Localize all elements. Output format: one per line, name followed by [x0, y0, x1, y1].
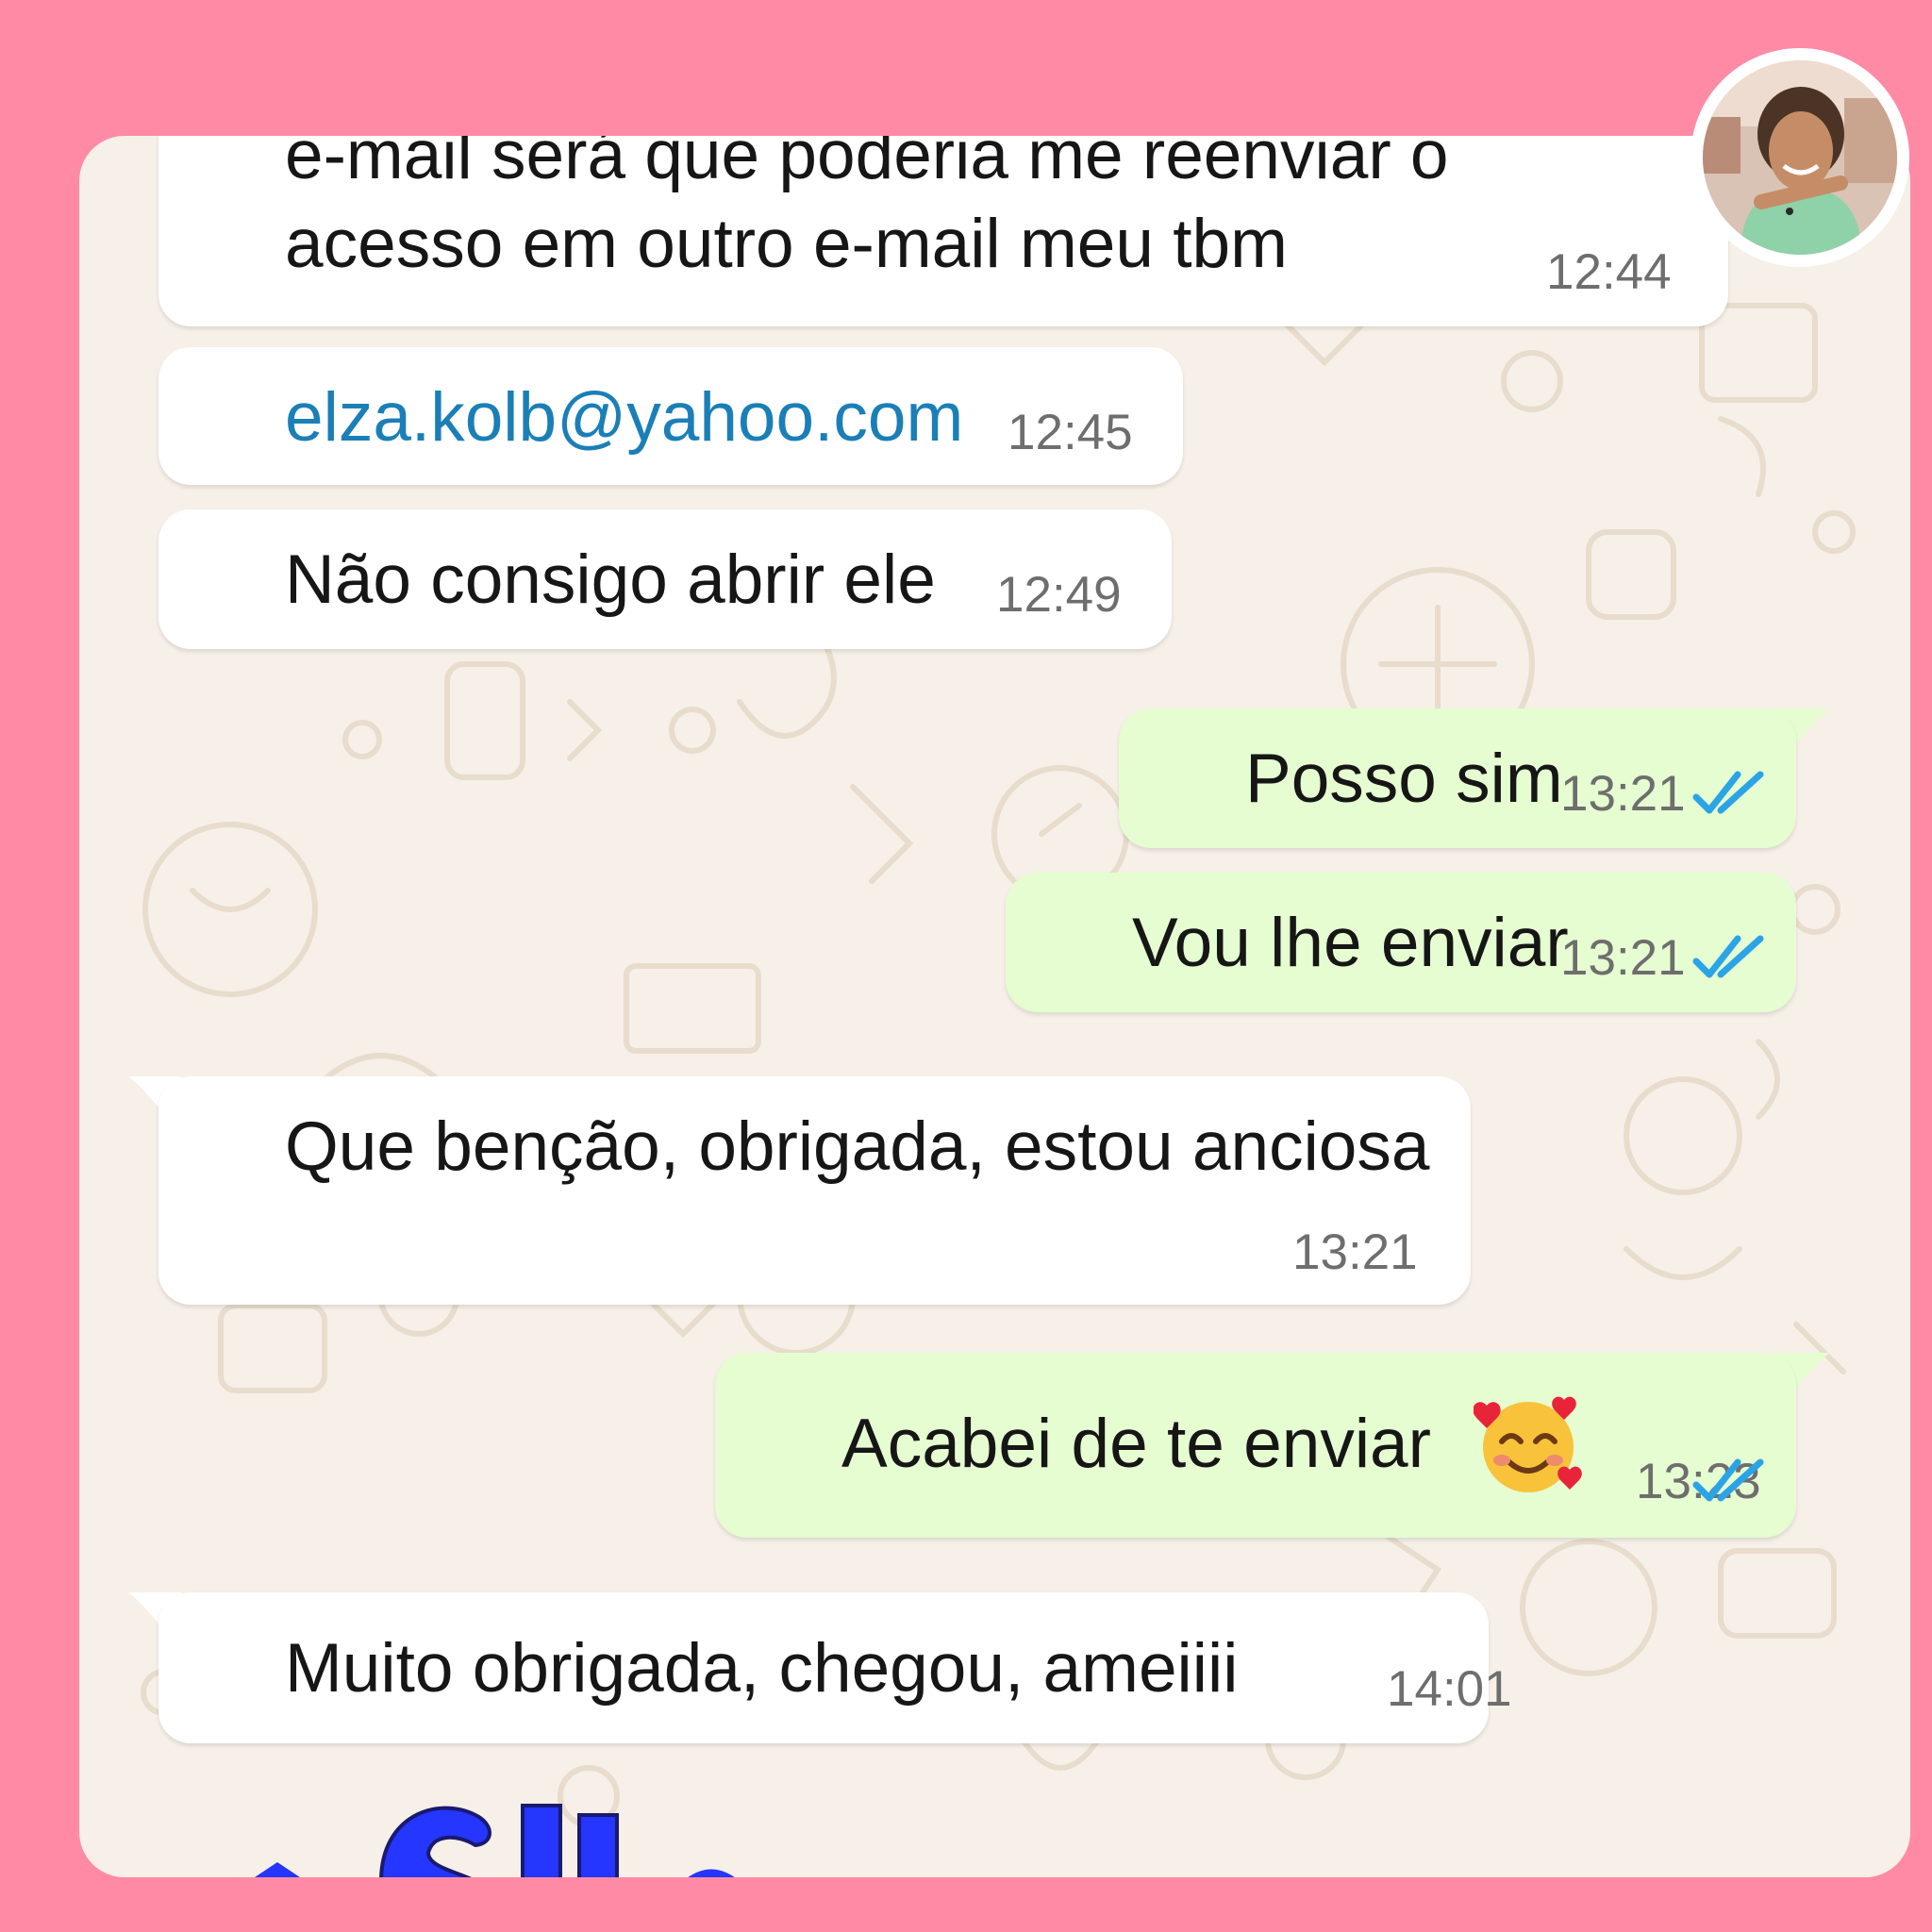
message-text: Acabei de te enviar — [841, 1406, 1431, 1482]
message-timestamp: 13:21 — [1292, 1224, 1418, 1280]
message-bubble-incoming[interactable]: e-mail será que poderia me reenviar o ac… — [158, 136, 1728, 326]
sticker — [255, 1804, 735, 1877]
message-bubble-incoming[interactable]: Muito obrigada, chegou, ameiiii 14:01 — [158, 1592, 1512, 1743]
smiling-face-with-hearts-emoji — [1474, 1396, 1582, 1492]
chat-window: e-mail será que poderia me reenviar o ac… — [79, 136, 1910, 1877]
message-bubble-outgoing[interactable]: Acabei de te enviar 13:23 — [715, 1353, 1796, 1538]
message-bubble-incoming[interactable]: Que benção, obrigada, estou anciosa 13:2… — [158, 1076, 1471, 1305]
contact-avatar[interactable] — [1690, 48, 1909, 267]
message-timestamp: 13:21 — [1560, 766, 1686, 822]
email-link[interactable]: elza.kolb@yahoo.com — [285, 383, 963, 452]
double-check-icon — [1692, 1458, 1764, 1502]
message-bubble-incoming[interactable]: Não consigo abrir ele 12:49 — [158, 509, 1172, 649]
double-check-icon — [1692, 771, 1764, 814]
message-bubble-incoming[interactable]: elza.kolb@yahoo.com 12:45 — [158, 347, 1183, 485]
message-timestamp: 12:44 — [1546, 244, 1672, 300]
message-timestamp: 12:45 — [1008, 405, 1133, 460]
message-text: Vou lhe enviar — [1132, 905, 1569, 981]
message-bubble-outgoing[interactable]: Posso sim 13:21 — [1119, 708, 1796, 848]
message-text: Que benção, obrigada, estou anciosa — [285, 1108, 1430, 1185]
message-timestamp: 12:49 — [996, 567, 1122, 623]
message-text: Não consigo abrir ele — [285, 541, 936, 618]
message-text: Posso sim — [1245, 741, 1563, 817]
message-bubble-outgoing[interactable]: Vou lhe enviar 13:21 — [1006, 873, 1796, 1012]
message-text: Muito obrigada, chegou, ameiiii — [285, 1630, 1239, 1707]
double-check-icon — [1692, 935, 1764, 978]
message-text: e-mail será que poderia me reenviar o — [285, 136, 1449, 193]
message-timestamp: 13:21 — [1560, 930, 1686, 986]
message-timestamp: 14:01 — [1387, 1661, 1512, 1717]
message-text: acesso em outro e-mail meu tbm — [285, 206, 1288, 282]
avatar-photo — [1703, 60, 1897, 255]
